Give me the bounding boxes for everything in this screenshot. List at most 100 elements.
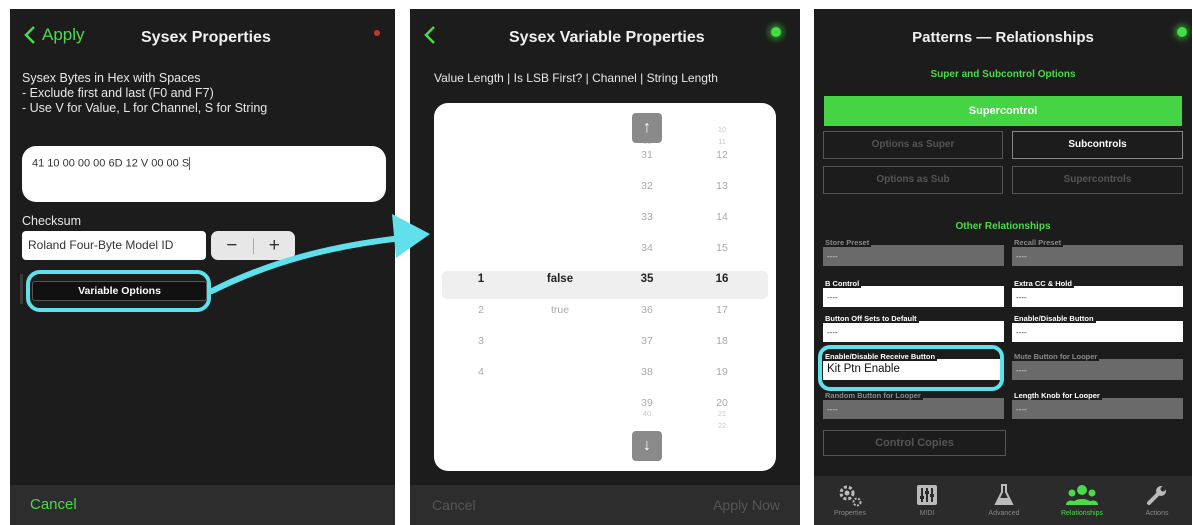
- picker-value[interactable]: 33: [627, 211, 667, 223]
- tab-advanced[interactable]: Advanced: [969, 482, 1039, 517]
- page-title: Patterns — Relationships: [912, 29, 1094, 46]
- picker-value[interactable]: 20: [702, 397, 742, 409]
- picker-value[interactable]: 38: [627, 366, 667, 378]
- divider: [20, 274, 23, 304]
- picker-value[interactable]: 19: [702, 366, 742, 378]
- extra-cc-hold-field[interactable]: Extra CC & Hold ----: [1012, 279, 1183, 307]
- back-button[interactable]: [424, 25, 436, 45]
- page-title: Sysex Properties: [141, 29, 271, 46]
- picker-value[interactable]: 13: [702, 180, 742, 192]
- field-value: ----: [1012, 398, 1183, 419]
- field-value: ----: [823, 321, 1004, 342]
- checksum-label: Checksum: [22, 214, 82, 228]
- recall-preset-field[interactable]: Recall Preset ----: [1012, 238, 1183, 266]
- cancel-button[interactable]: Cancel: [30, 496, 77, 513]
- picker-value[interactable]: 4: [461, 366, 501, 378]
- supercontrol-button[interactable]: Supercontrol: [824, 96, 1182, 126]
- picker-value[interactable]: 17: [702, 304, 742, 316]
- chevron-left-icon: [424, 26, 435, 44]
- checksum-select[interactable]: Roland Four-Byte Model ID: [22, 231, 206, 260]
- picker-value[interactable]: 10: [702, 125, 742, 134]
- field-value: ----: [1012, 286, 1183, 307]
- control-copies-button[interactable]: Control Copies: [823, 430, 1006, 456]
- field-label: Mute Button for Looper: [1012, 352, 1100, 361]
- picker-value[interactable]: 12: [702, 149, 742, 161]
- button-off-default-field[interactable]: Button Off Sets to Default ----: [823, 314, 1004, 342]
- b-control-field[interactable]: B Control ----: [823, 279, 1004, 307]
- tab-label: Relationships: [1060, 510, 1104, 517]
- random-button-looper-field[interactable]: Random Button for Looper ----: [823, 391, 1004, 419]
- field-value: ----: [823, 286, 1004, 307]
- bottom-bar: Cancel: [10, 485, 395, 525]
- stepper-minus-button[interactable]: −: [211, 231, 253, 260]
- mute-button-looper-field[interactable]: Mute Button for Looper ----: [1012, 352, 1183, 380]
- picker-value[interactable]: 39: [627, 397, 667, 409]
- columns-label: Value Length | Is LSB First? | Channel |…: [434, 71, 718, 85]
- supercontrols-button[interactable]: Supercontrols: [1012, 166, 1183, 194]
- tab-bar: Properties MIDI Advanced Relationships A…: [814, 476, 1192, 525]
- options-as-sub-button[interactable]: Options as Sub: [823, 166, 1003, 194]
- picker-value[interactable]: 35: [627, 273, 667, 285]
- tab-relationships[interactable]: Relationships: [1047, 482, 1117, 517]
- picker-value[interactable]: 15: [702, 242, 742, 254]
- description-line: - Exclude first and last (F0 and F7): [22, 86, 214, 100]
- apply-back-button[interactable]: Apply: [24, 25, 85, 45]
- hex-value: 41 10 00 00 00 6D 12 V 00 00 S: [32, 157, 190, 170]
- picker-value[interactable]: 34: [627, 242, 667, 254]
- field-label: B Control: [823, 279, 862, 288]
- tab-properties[interactable]: Properties: [815, 482, 885, 517]
- subcontrols-button[interactable]: Subcontrols: [1012, 131, 1183, 159]
- section-title: Other Relationships: [955, 221, 1051, 232]
- field-label: Button Off Sets to Default: [823, 314, 919, 323]
- variable-options-highlight: [26, 270, 211, 312]
- checksum-stepper: − +: [211, 231, 295, 260]
- tab-actions[interactable]: Actions: [1122, 482, 1192, 517]
- scroll-down-button[interactable]: ↓: [632, 431, 662, 461]
- picker-value[interactable]: true: [540, 304, 580, 316]
- enable-disable-button-field[interactable]: Enable/Disable Button ----: [1012, 314, 1183, 342]
- tab-label: Advanced: [988, 510, 1020, 517]
- tab-label: MIDI: [919, 510, 935, 517]
- picker-value[interactable]: 31: [627, 149, 667, 161]
- picker-value[interactable]: 32: [627, 180, 667, 192]
- gears-icon: [815, 482, 885, 508]
- picker-value[interactable]: 22: [702, 421, 742, 430]
- field-value: ----: [1012, 321, 1183, 342]
- picker-value[interactable]: 37: [627, 335, 667, 347]
- picker-value[interactable]: 21: [702, 409, 742, 418]
- field-label: Random Button for Looper: [823, 391, 923, 400]
- variable-picker[interactable]: 1234falsetrue303132333435363738394010111…: [434, 103, 776, 471]
- status-dot: [771, 27, 781, 37]
- stepper-plus-button[interactable]: +: [254, 231, 296, 260]
- picker-value[interactable]: 11: [702, 137, 742, 146]
- midi-sliders-icon: [892, 482, 962, 508]
- tab-label: Actions: [1145, 510, 1169, 517]
- picker-value[interactable]: 18: [702, 335, 742, 347]
- description-line: - Use V for Value, L for Channel, S for …: [22, 101, 268, 115]
- scroll-up-button[interactable]: ↑: [632, 113, 662, 143]
- apply-now-button[interactable]: Apply Now: [713, 497, 780, 513]
- picker-value[interactable]: 3: [461, 335, 501, 347]
- tab-midi[interactable]: MIDI: [892, 482, 962, 517]
- section-title: Super and Subcontrol Options: [930, 69, 1076, 80]
- picker-value[interactable]: 1: [461, 273, 501, 285]
- picker-value[interactable]: false: [540, 273, 580, 285]
- length-knob-looper-field[interactable]: Length Knob for Looper ----: [1012, 391, 1183, 419]
- bottom-bar: Cancel Apply Now: [410, 485, 800, 525]
- sysex-hex-input[interactable]: 41 10 00 00 00 6D 12 V 00 00 S: [22, 146, 386, 202]
- picker-value[interactable]: 16: [702, 273, 742, 285]
- field-label: Extra CC & Hold: [1012, 279, 1074, 288]
- text-caret: [189, 157, 191, 170]
- picker-value[interactable]: 40: [627, 409, 667, 418]
- picker-value[interactable]: 14: [702, 211, 742, 223]
- picker-value[interactable]: 2: [461, 304, 501, 316]
- cancel-button[interactable]: Cancel: [432, 497, 476, 513]
- tab-label: Properties: [834, 510, 866, 517]
- picker-value[interactable]: 36: [627, 304, 667, 316]
- store-preset-field[interactable]: Store Preset ----: [823, 238, 1004, 266]
- options-as-super-button[interactable]: Options as Super: [823, 131, 1003, 159]
- field-label: Length Knob for Looper: [1012, 391, 1102, 400]
- field-label: Enable/Disable Receive Button: [823, 352, 938, 361]
- apply-label: Apply: [42, 25, 85, 44]
- page-title: Sysex Variable Properties: [509, 29, 705, 46]
